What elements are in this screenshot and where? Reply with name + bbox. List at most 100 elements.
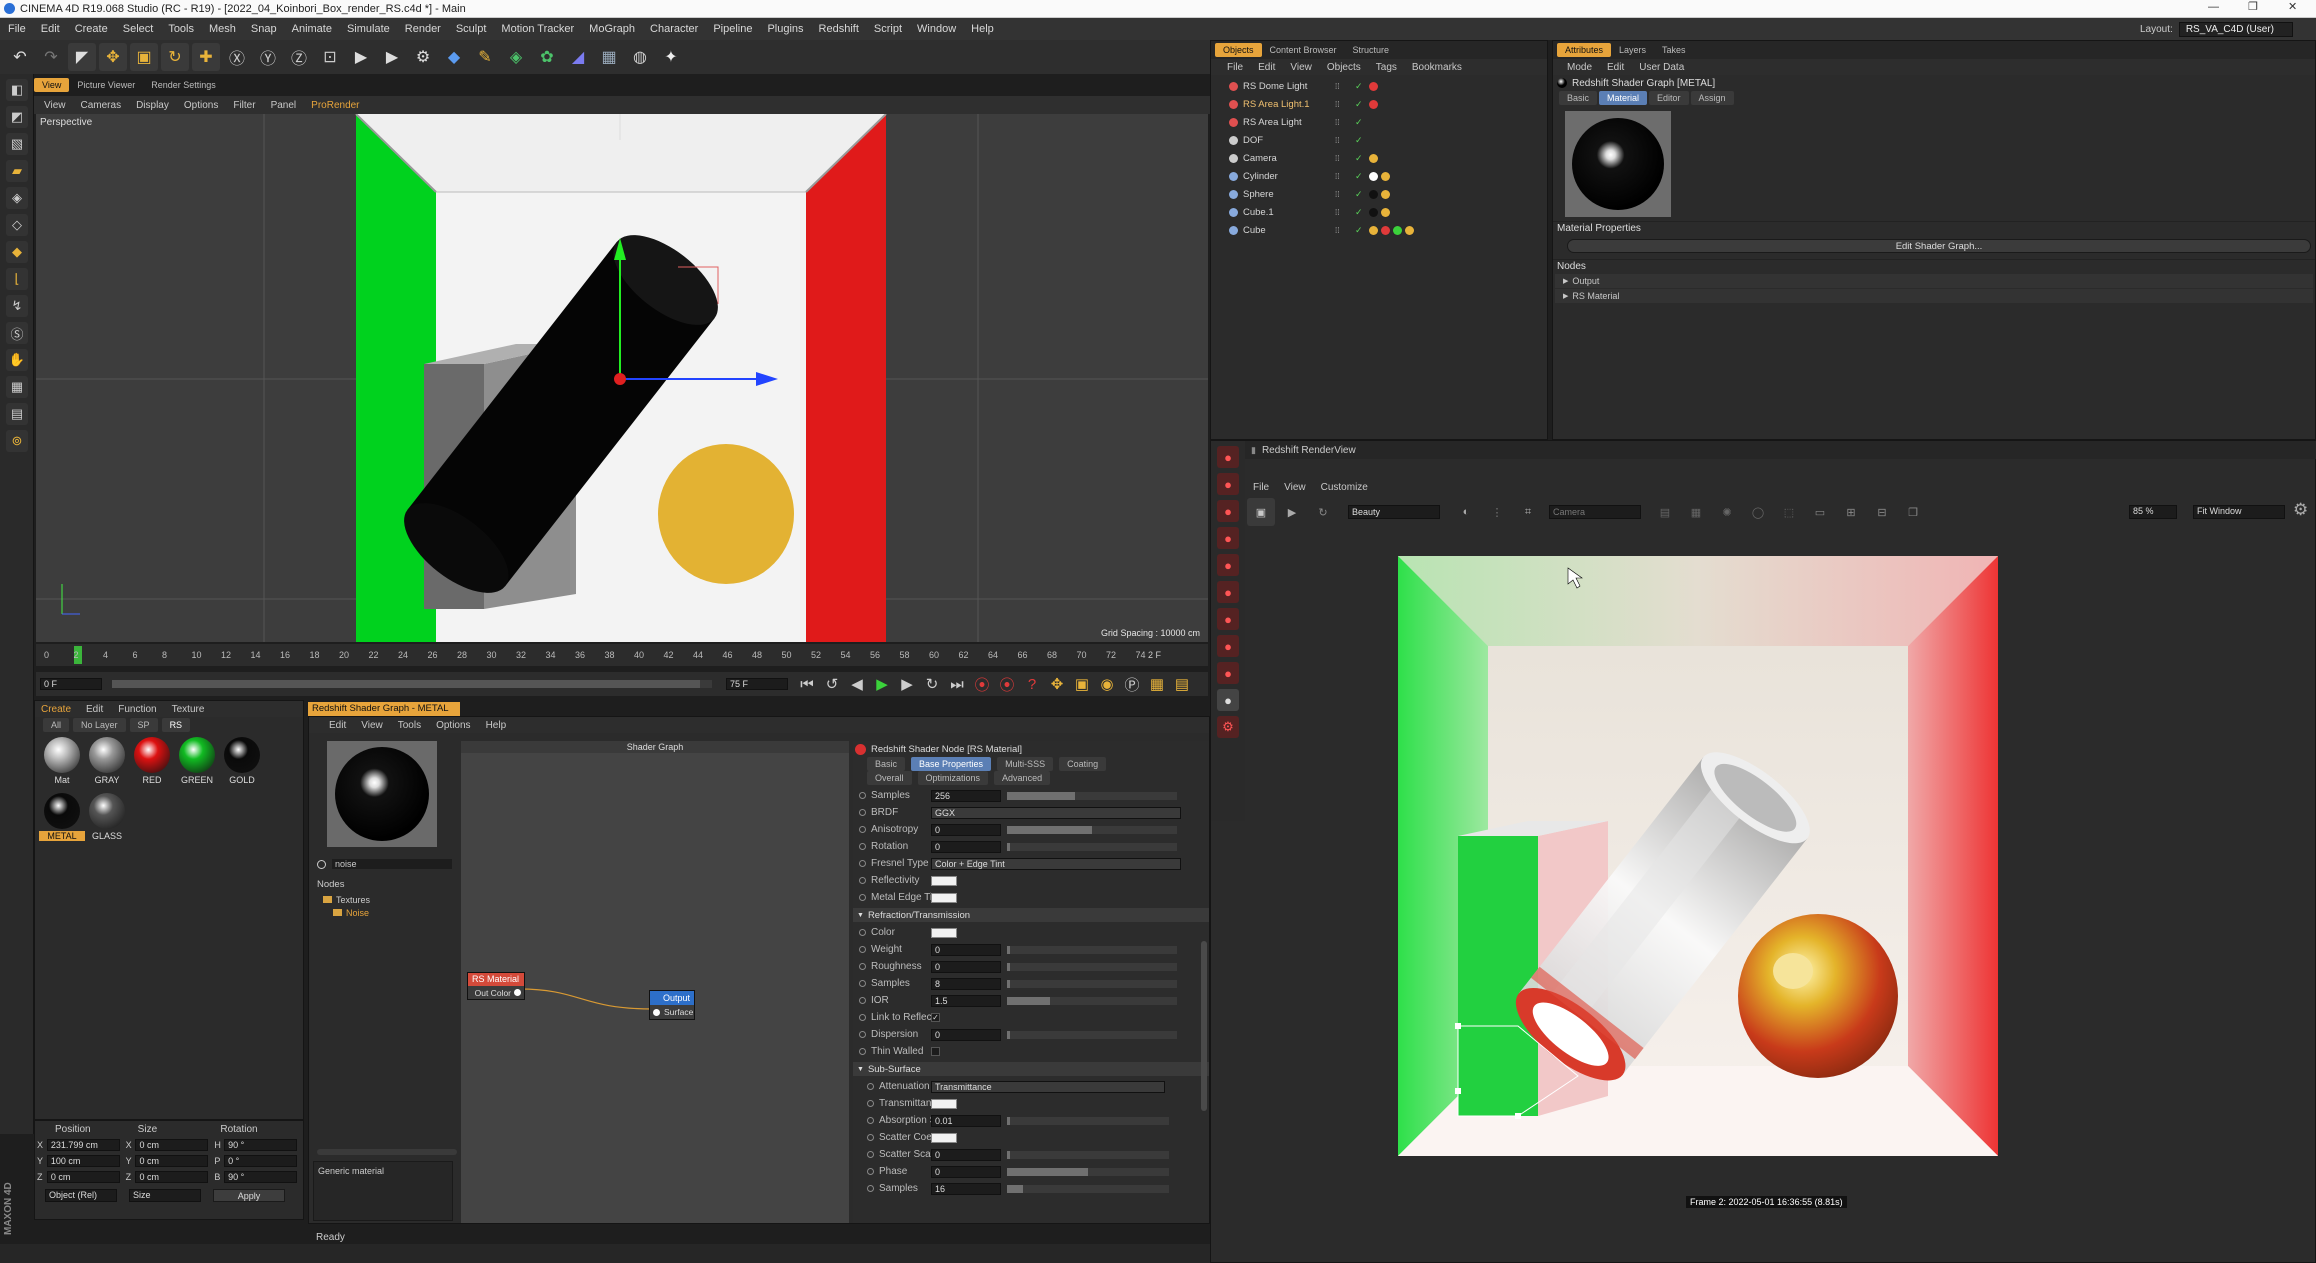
material-red[interactable]: RED [129, 737, 175, 785]
menu-help[interactable]: Help [971, 23, 994, 35]
tag-icon[interactable] [1381, 225, 1390, 235]
render-grid-icon[interactable]: ⋮ [1483, 498, 1511, 526]
viewport[interactable]: Perspective Grid Spacing : 10000 cm [36, 114, 1208, 642]
array-icon[interactable]: ✿ [533, 43, 561, 71]
prop-dropdown[interactable]: Transmittance [931, 1080, 1165, 1093]
tag-icon[interactable] [1369, 225, 1378, 235]
prop-anim-icon[interactable] [867, 1117, 874, 1124]
prop-anim-icon[interactable] [859, 894, 866, 901]
visibility-toggle-icon[interactable]: ⁞⁞ [1335, 100, 1355, 109]
menu-create[interactable]: Create [75, 23, 108, 35]
prop-value-field[interactable]: 0 [931, 960, 1001, 973]
render-region-icon[interactable]: ⬚ [1775, 498, 1803, 526]
menu-edit[interactable]: Edit [41, 23, 60, 35]
rv-environment-icon[interactable]: ● [1217, 581, 1239, 603]
next-frame-icon[interactable]: ▶ [896, 674, 918, 694]
prop-anim-icon[interactable] [859, 843, 866, 850]
prop-slider[interactable] [1007, 945, 1177, 954]
uv-icon[interactable]: ⌊ [6, 268, 28, 290]
prop-dropdown[interactable]: GGX [931, 806, 1181, 819]
material-filter-no-layer[interactable]: No Layer [73, 718, 126, 732]
rv-volume-icon[interactable]: ● [1217, 527, 1239, 549]
prop-anim-icon[interactable] [859, 826, 866, 833]
visibility-toggle-icon[interactable]: ⁞⁞ [1335, 172, 1355, 181]
camera-dropdown[interactable]: Camera [1549, 505, 1641, 519]
render-snapshot-icon[interactable]: ◐ [1452, 498, 1480, 526]
coord-value-field[interactable]: 90 ° [224, 1139, 297, 1151]
prop-color-swatch[interactable] [931, 1098, 957, 1109]
prop-value-field[interactable]: 16 [931, 1182, 1001, 1195]
tag-icon[interactable] [1393, 225, 1402, 235]
object-name[interactable]: Cube [1243, 225, 1329, 236]
material-gray[interactable]: GRAY [84, 737, 130, 785]
object-name[interactable]: RS Area Light.1 [1243, 99, 1329, 110]
coord-value-field[interactable]: 0 cm [135, 1139, 209, 1151]
tag-icon[interactable] [1381, 171, 1390, 181]
menu-redshift[interactable]: Redshift [819, 23, 859, 35]
prop-value-field[interactable]: 0 [931, 823, 1001, 836]
enabled-check-icon[interactable]: ✓ [1355, 207, 1369, 218]
render-refresh-icon[interactable]: ↻ [1309, 498, 1337, 526]
prop-anim-icon[interactable] [867, 1151, 874, 1158]
object-row-rs-dome-light[interactable]: RS Dome Light ⁞⁞ ✓ [1211, 77, 1547, 95]
attribute-subtab-basic[interactable]: Basic [1559, 91, 1598, 105]
visibility-toggle-icon[interactable]: ⁞⁞ [1335, 190, 1355, 199]
visibility-toggle-icon[interactable]: ⁞⁞ [1335, 226, 1355, 235]
rv-menu-file[interactable]: File [1253, 482, 1269, 493]
object-name[interactable]: Cylinder [1243, 171, 1329, 182]
enabled-check-icon[interactable]: ✓ [1355, 99, 1369, 110]
snap-icon[interactable]: Ⓢ [6, 322, 28, 344]
material-glass[interactable]: GLASS [84, 793, 130, 841]
scale-key-icon[interactable]: ▣ [1071, 674, 1093, 694]
rv-sun-icon[interactable]: ● [1217, 554, 1239, 576]
prop-checkbox[interactable]: ✓ [931, 1013, 940, 1022]
material-menu-create[interactable]: Create [41, 704, 71, 715]
loop-icon[interactable]: ↺ [821, 674, 843, 694]
object-name[interactable]: Sphere [1243, 189, 1329, 200]
visibility-toggle-icon[interactable]: ⁞⁞ [1335, 82, 1355, 91]
menu-simulate[interactable]: Simulate [347, 23, 390, 35]
node-surface-port[interactable] [653, 1008, 660, 1016]
attribute-subtab-assign[interactable]: Assign [1690, 91, 1734, 105]
prop-anim-icon[interactable] [867, 1100, 874, 1107]
subsurface-section[interactable]: ▼ Sub-Surface [853, 1062, 1209, 1076]
loop-forward-icon[interactable]: ↻ [921, 674, 943, 694]
prop-anim-icon[interactable] [859, 860, 866, 867]
object-name[interactable]: Cube.1 [1243, 207, 1329, 218]
x-axis-icon[interactable]: Ⓧ [223, 43, 251, 71]
menu-pipeline[interactable]: Pipeline [713, 23, 752, 35]
render-exposure-icon[interactable]: ◯ [1744, 498, 1772, 526]
go-start-icon[interactable]: ⏮ [796, 674, 818, 694]
rv-ipr-icon[interactable]: ● [1217, 662, 1239, 684]
node-search[interactable]: noise [313, 857, 453, 871]
edges-mode-icon[interactable]: ◇ [6, 214, 28, 236]
tag-icon[interactable] [1381, 189, 1390, 199]
maximize-icon[interactable]: ❐ [2248, 0, 2258, 13]
collapse-arrow-icon[interactable]: ▼ [857, 1066, 864, 1073]
material-filter-sp[interactable]: SP [129, 718, 158, 732]
sg-tree-item-textures[interactable]: Textures [323, 893, 370, 906]
node-output[interactable]: Output Surface [649, 990, 695, 1020]
prop-anim-icon[interactable] [867, 1083, 874, 1090]
visibility-toggle-icon[interactable]: ⁞⁞ [1335, 136, 1355, 145]
tag-icon[interactable] [1369, 189, 1378, 199]
prop-anim-icon[interactable] [859, 809, 866, 816]
prop-anim-icon[interactable] [859, 980, 866, 987]
minimize-icon[interactable]: — [2208, 1, 2219, 13]
expand-arrow-icon[interactable]: ▶ [1563, 277, 1568, 285]
enabled-check-icon[interactable]: ✓ [1355, 189, 1369, 200]
render-compare-icon[interactable]: ⊟ [1868, 498, 1896, 526]
prop-anim-icon[interactable] [859, 792, 866, 799]
object-row-cube[interactable]: Cube ⁞⁞ ✓ [1211, 221, 1547, 239]
prop-slider[interactable] [1007, 1184, 1169, 1193]
prop-anim-icon[interactable] [859, 929, 866, 936]
menu-file[interactable]: File [8, 23, 26, 35]
scene-icon[interactable]: ▦ [595, 43, 623, 71]
prop-value-field[interactable]: 0 [931, 1028, 1001, 1041]
prev-frame-icon[interactable]: ◀ [846, 674, 868, 694]
prop-value-field[interactable]: 0 [931, 1148, 1001, 1161]
prop-color-swatch[interactable] [931, 892, 957, 903]
lock-icon[interactable]: ▤ [6, 403, 28, 425]
scale-icon[interactable]: ▣ [130, 43, 158, 71]
object-row-rs-area-light-1[interactable]: RS Area Light.1 ⁞⁞ ✓ [1211, 95, 1547, 113]
